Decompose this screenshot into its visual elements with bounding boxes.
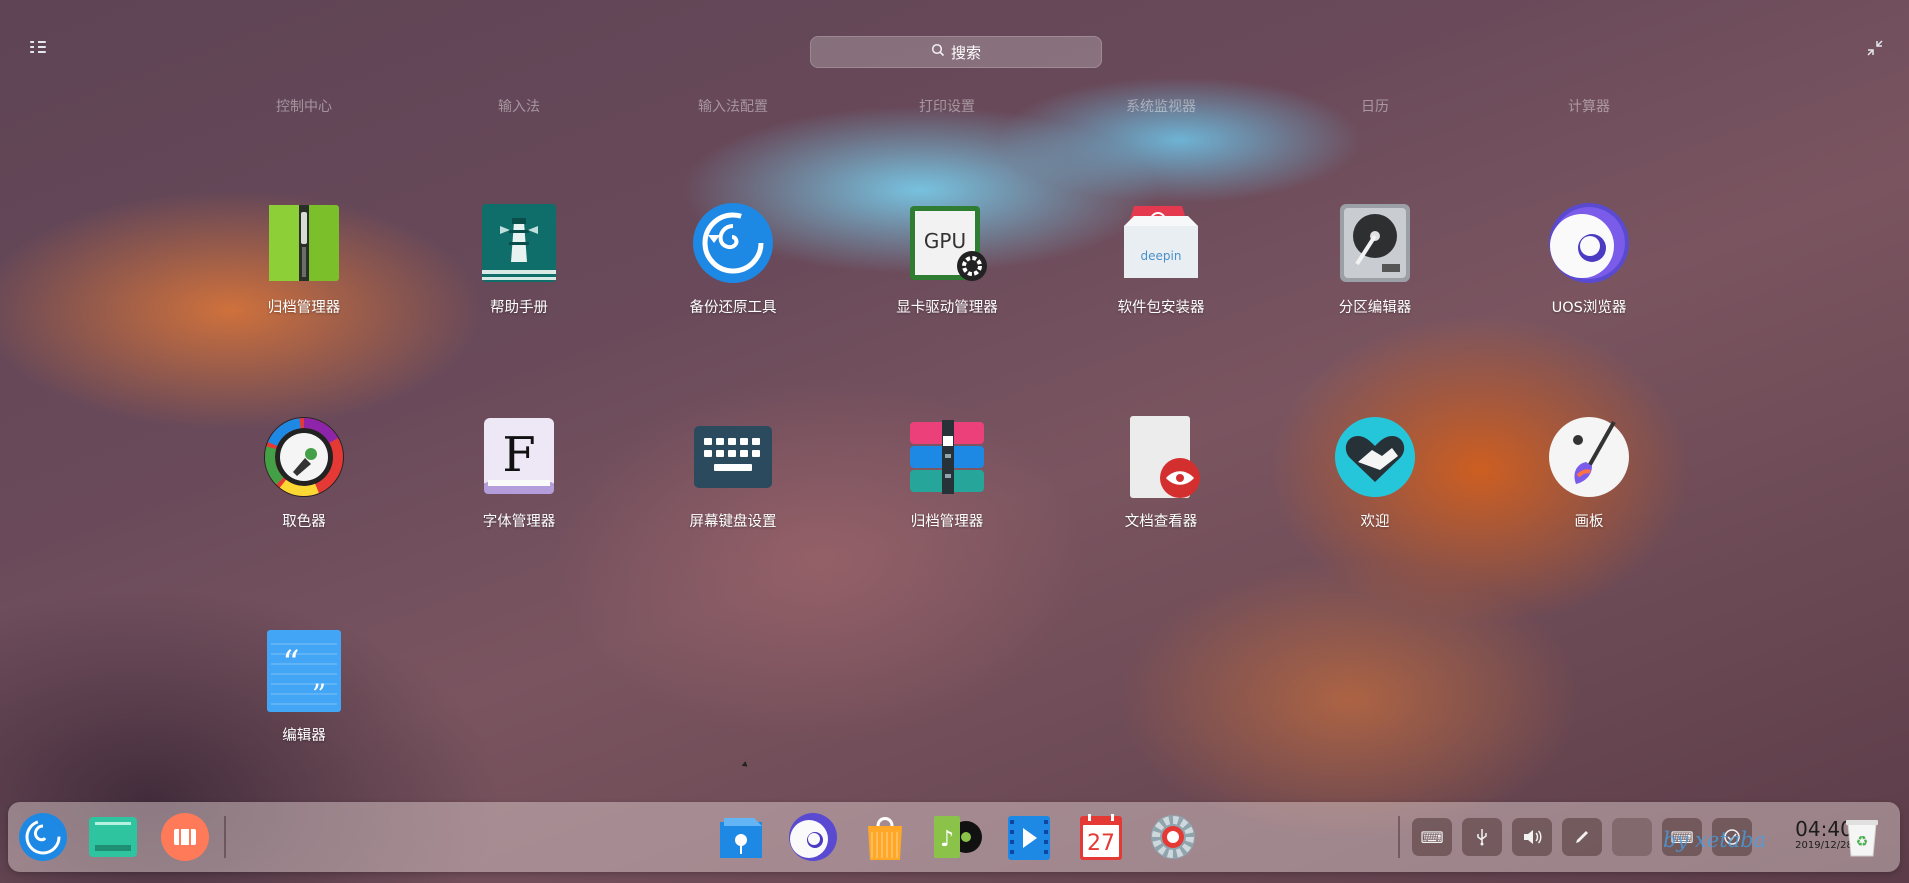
app-label: 取色器: [282, 514, 326, 530]
file-manager-icon[interactable]: [716, 812, 766, 862]
app-label: UOS浏览器: [1551, 300, 1627, 316]
app-onscreen-keyboard[interactable]: 屏幕键盘设置: [638, 416, 828, 531]
app-document-viewer[interactable]: 文档查看器: [1066, 416, 1256, 531]
category-system-monitor[interactable]: 系统监视器: [1061, 96, 1261, 116]
category-input-method-config[interactable]: 输入法配置: [633, 96, 833, 116]
category-calendar[interactable]: 日历: [1275, 96, 1475, 116]
dock-separator: [224, 816, 226, 858]
app-partition-editor[interactable]: 分区编辑器: [1280, 202, 1470, 317]
backup-restore-icon: [692, 202, 774, 284]
draw-icon: [1548, 416, 1630, 498]
calendar-icon[interactable]: 27: [1076, 812, 1126, 862]
app-label: 屏幕键盘设置: [689, 514, 777, 530]
mouse-cursor: [741, 761, 750, 769]
app-welcome[interactable]: 欢迎: [1280, 416, 1470, 531]
launcher-icon[interactable]: [18, 812, 68, 862]
category-row: 控制中心 输入法 输入法配置 打印设置 系统监视器 日历 计算器: [0, 96, 1909, 116]
app-label: 帮助手册: [490, 300, 548, 316]
app-help-manual[interactable]: 帮助手册: [424, 202, 614, 317]
app-label: 软件包安装器: [1117, 300, 1205, 316]
app-package-installer[interactable]: deepin 软件包安装器: [1066, 202, 1256, 317]
notification-icon[interactable]: [1612, 818, 1652, 856]
dock-separator: [1398, 816, 1400, 858]
app-uos-browser[interactable]: UOS浏览器: [1494, 202, 1684, 317]
exit-fullscreen-icon[interactable]: [1867, 40, 1883, 60]
help-manual-icon: [478, 202, 560, 284]
app-label: 显卡驱动管理器: [896, 300, 998, 316]
app-label: 备份还原工具: [689, 300, 777, 316]
calendar-day: 27: [1087, 831, 1115, 856]
app-label: 归档管理器: [267, 300, 341, 316]
app-store-icon[interactable]: [860, 812, 910, 862]
category-control-center[interactable]: 控制中心: [204, 96, 404, 116]
category-print-settings[interactable]: 打印设置: [847, 96, 1047, 116]
font-manager-icon: F: [478, 416, 560, 498]
app-label: 编辑器: [282, 728, 326, 744]
app-label: 文档查看器: [1124, 514, 1198, 530]
watermark: by xetaba: [1663, 828, 1767, 852]
partition-editor-icon: [1334, 202, 1416, 284]
app-color-picker[interactable]: 取色器: [209, 416, 399, 531]
fullscreen-mode-toggle-icon[interactable]: [30, 40, 46, 56]
app-label: 分区编辑器: [1338, 300, 1412, 316]
dock: ♪ 27 ⌨ ⌨ by xetaba 04:40 2019/12/28 ♻: [8, 802, 1900, 872]
volume-icon[interactable]: [1512, 818, 1552, 856]
onscreen-keyboard-icon: [692, 416, 774, 498]
svg-text:deepin: deepin: [1141, 249, 1182, 263]
svg-text:F: F: [502, 427, 535, 483]
svg-text:“: “: [282, 643, 299, 683]
control-center-icon[interactable]: [1148, 812, 1198, 862]
gpu-driver-manager-icon: GPU: [906, 202, 988, 284]
svg-text:”: ”: [312, 678, 326, 711]
archive-manager-icon: [263, 202, 345, 284]
svg-text:♻: ♻: [1856, 834, 1869, 850]
document-viewer-icon: [1120, 416, 1202, 498]
music-icon[interactable]: ♪: [932, 812, 982, 862]
app-backup-restore[interactable]: 备份还原工具: [638, 202, 828, 317]
app-archive-manager-alt[interactable]: 归档管理器: [852, 416, 1042, 531]
text-editor-icon: “”: [263, 630, 345, 712]
app-label: 归档管理器: [910, 514, 984, 530]
app-draw[interactable]: 画板: [1494, 416, 1684, 531]
keyboard-layout-icon[interactable]: ⌨: [1412, 818, 1452, 856]
search-icon: [931, 43, 945, 61]
svg-text:♪: ♪: [940, 827, 954, 852]
package-installer-icon: deepin: [1120, 202, 1202, 284]
archive-manager-alt-icon: [906, 416, 988, 498]
show-desktop-icon[interactable]: [160, 812, 210, 862]
welcome-icon: [1334, 416, 1416, 498]
app-label: 欢迎: [1360, 514, 1390, 530]
svg-text:GPU: GPU: [924, 229, 966, 253]
category-calculator[interactable]: 计算器: [1489, 96, 1689, 116]
search-label: 搜索: [950, 43, 981, 62]
trash-icon[interactable]: ♻: [1842, 816, 1882, 858]
uos-browser-icon: [1548, 202, 1630, 284]
app-label: 画板: [1574, 514, 1604, 530]
browser-icon[interactable]: [788, 812, 838, 862]
pen-icon[interactable]: [1562, 818, 1602, 856]
movie-icon[interactable]: [1004, 812, 1054, 862]
app-label: 字体管理器: [482, 514, 556, 530]
usb-icon[interactable]: [1462, 818, 1502, 856]
app-text-editor[interactable]: “” 编辑器: [209, 630, 399, 745]
app-gpu-driver-manager[interactable]: GPU 显卡驱动管理器: [852, 202, 1042, 317]
color-picker-icon: [263, 416, 345, 498]
search-input[interactable]: 搜索: [810, 36, 1102, 68]
app-archive-manager[interactable]: 归档管理器: [209, 202, 399, 317]
multitasking-icon[interactable]: [88, 812, 138, 862]
app-font-manager[interactable]: F 字体管理器: [424, 416, 614, 531]
category-input-method[interactable]: 输入法: [419, 96, 619, 116]
